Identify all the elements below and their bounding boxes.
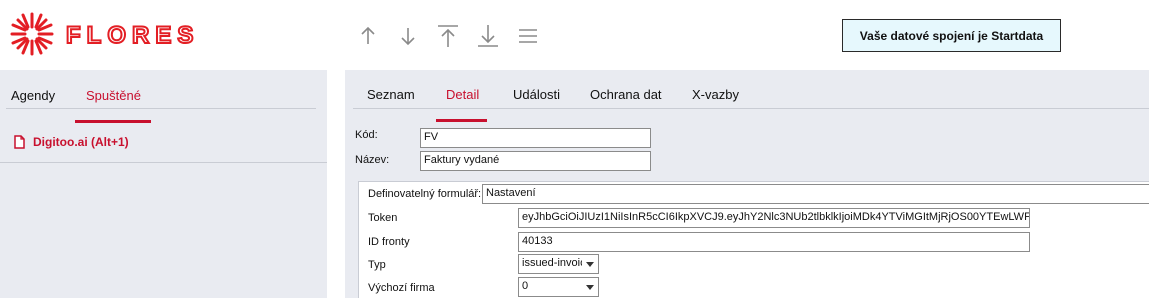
divider — [353, 108, 1149, 109]
tab-agendy[interactable]: Agendy — [11, 88, 55, 103]
divider — [6, 108, 316, 109]
typ-label: Typ — [368, 259, 386, 271]
settings-panel: Definovatelný formulář: Nastavení Token … — [358, 181, 1149, 298]
nazev-label: Název: — [355, 154, 390, 166]
typ-select[interactable]: issued-invoice — [518, 254, 599, 274]
svg-text:FLORES: FLORES — [66, 22, 199, 49]
list-item-digitoo[interactable]: Digitoo.ai (Alt+1) — [14, 135, 129, 149]
token-label: Token — [368, 212, 398, 224]
tab-ochrana-dat[interactable]: Ochrana dat — [590, 87, 662, 102]
divider — [0, 162, 327, 163]
tab-seznam[interactable]: Seznam — [367, 87, 415, 102]
toolbar — [348, 20, 548, 52]
kod-field[interactable]: FV — [420, 128, 651, 148]
tab-spustene[interactable]: Spuštěné — [86, 88, 141, 103]
kod-row: Kód: — [355, 129, 378, 141]
arrow-down-icon[interactable] — [388, 20, 428, 52]
vychozi-firma-select-value: 0 — [522, 280, 529, 292]
move-to-top-icon[interactable] — [428, 20, 468, 52]
flores-logo: FLORES — [10, 12, 199, 56]
id-fronty-label: ID fronty — [368, 236, 410, 248]
formular-label: Definovatelný formulář: — [368, 188, 482, 200]
left-tabs: Agendy Spuštěné — [0, 84, 327, 123]
active-tab-indicator — [75, 120, 151, 123]
vychozi-firma-select[interactable]: 0 — [518, 277, 599, 297]
menu-icon[interactable] — [508, 20, 548, 52]
detail-tabs: Seznam Detail Události Ochrana dat X-vaz… — [345, 84, 1149, 122]
formular-field[interactable]: Nastavení — [482, 184, 1149, 204]
list-item-label: Digitoo.ai (Alt+1) — [33, 135, 129, 149]
token-field[interactable]: eyJhbGciOiJIUzI1NiIsInR5cCI6IkpXVCJ9.eyJ… — [518, 208, 1030, 228]
active-tab-indicator — [436, 119, 487, 122]
top-bar: FLORES Vaše datové spojení je Startdata — [0, 0, 1149, 70]
right-pane: Seznam Detail Události Ochrana dat X-vaz… — [345, 70, 1149, 298]
connection-status-box: Vaše datové spojení je Startdata — [842, 19, 1061, 52]
tab-x-vazby[interactable]: X-vazby — [692, 87, 739, 102]
kod-label: Kód: — [355, 129, 378, 141]
arrow-up-icon[interactable] — [348, 20, 388, 52]
id-fronty-field[interactable]: 40133 — [518, 232, 1030, 252]
pane-splitter[interactable] — [327, 70, 345, 298]
left-pane: Agendy Spuštěné Digitoo.ai (Alt+1) — [0, 70, 327, 298]
nazev-field[interactable]: Faktury vydané — [420, 151, 651, 171]
nazev-row: Název: — [355, 154, 389, 166]
typ-select-value: issued-invoice — [522, 257, 582, 269]
tab-udalosti[interactable]: Události — [513, 87, 560, 102]
document-icon — [14, 135, 25, 149]
chevron-down-icon — [586, 262, 594, 267]
chevron-down-icon — [586, 285, 594, 290]
tab-detail[interactable]: Detail — [446, 87, 479, 102]
move-to-bottom-icon[interactable] — [468, 20, 508, 52]
vychozi-firma-label: Výchozí firma — [368, 282, 435, 294]
